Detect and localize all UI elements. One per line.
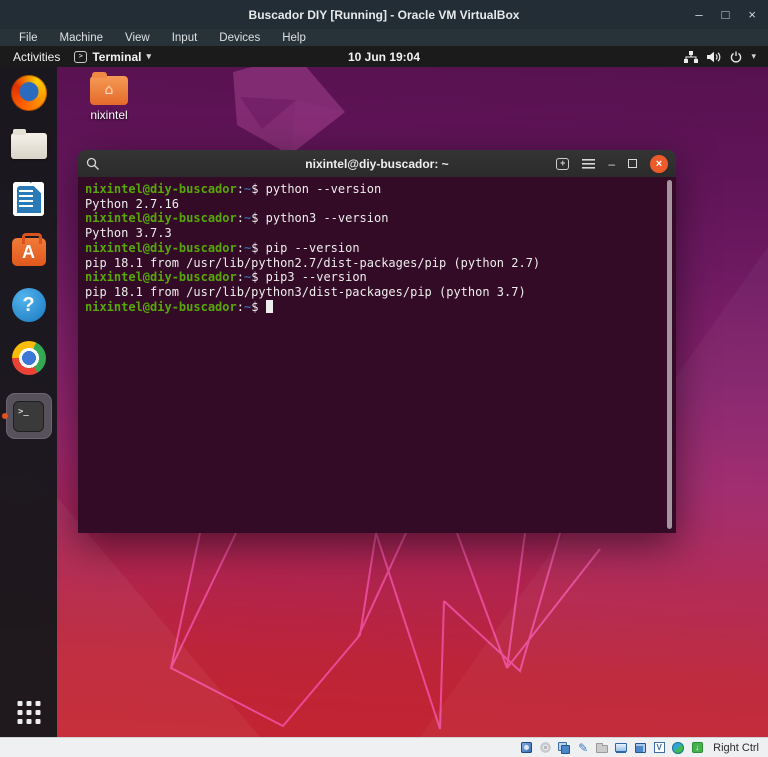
help-icon: ? (11, 288, 46, 322)
clock-button[interactable]: 10 Jun 19:04 (0, 50, 768, 64)
vm-screen: Activities > Terminal ▾ 10 Jun 19:04 ▾ A… (0, 46, 768, 737)
menu-devices[interactable]: Devices (208, 32, 271, 44)
virtualbox-statusbar: ✎ V ↓ Right Ctrl (0, 737, 768, 757)
dock-item-libreoffice-writer[interactable] (6, 181, 52, 217)
desktop-icon-nixintel[interactable]: ⌂ nixintel (82, 72, 136, 122)
maximize-icon[interactable]: □ (722, 7, 730, 22)
host-key-label: Right Ctrl (713, 741, 759, 754)
ubuntu-software-icon: A (11, 233, 46, 266)
desktop: A ? >_ ⌂ nixintel nixintel@diy-buscador:… (0, 67, 768, 737)
new-tab-icon[interactable]: + (556, 157, 570, 170)
terminal-line: nixintel@diy-buscador:~$ python3 --versi… (85, 211, 389, 226)
minimize-icon[interactable]: – (608, 158, 615, 170)
caret-down-icon: ▾ (751, 51, 756, 61)
dock-item-firefox[interactable] (6, 75, 52, 111)
chrome-icon (11, 341, 46, 375)
network-adapters-icon[interactable] (557, 741, 571, 755)
terminal-icon: >_ (13, 400, 44, 432)
terminal-line: nixintel@diy-buscador:~$ (85, 299, 676, 315)
recording-icon[interactable] (633, 741, 647, 755)
terminal-body[interactable]: nixintel@diy-buscador:~$ python --versio… (78, 177, 676, 533)
wired-network-icon (684, 50, 699, 63)
close-icon[interactable]: × (650, 154, 668, 173)
terminal-header[interactable]: nixintel@diy-buscador: ~ + – × (78, 150, 676, 177)
text-cursor (265, 299, 273, 313)
virtualbox-menubar: File Machine View Input Devices Help (0, 29, 768, 46)
menu-view[interactable]: View (114, 32, 161, 44)
minimize-icon[interactable]: – (695, 7, 702, 22)
shared-folders-icon[interactable] (595, 741, 609, 755)
terminal-window: nixintel@diy-buscador: ~ + – × nixintel@… (78, 150, 676, 533)
volume-icon (707, 51, 721, 62)
terminal-dock-frame: >_ (5, 393, 52, 439)
home-folder-icon: ⌂ (90, 72, 128, 105)
usb-devices-icon[interactable]: ✎ (576, 741, 590, 755)
menu-input[interactable]: Input (161, 32, 209, 44)
display-icon[interactable] (614, 741, 628, 755)
dock-item-ubuntu-software[interactable]: A (6, 233, 52, 270)
terminal-header-buttons: + – × (556, 154, 668, 173)
terminal-line: nixintel@diy-buscador:~$ pip --version (85, 240, 360, 255)
keyboard-capture-icon[interactable]: ↓ (690, 741, 704, 755)
dock-item-chrome[interactable] (6, 340, 52, 376)
files-folder-icon (10, 129, 47, 159)
dock-item-files[interactable] (6, 128, 52, 164)
menu-file[interactable]: File (8, 32, 49, 44)
hard-disks-icon[interactable] (519, 741, 533, 755)
terminal-line: pip 18.1 from /usr/lib/python2.7/dist-pa… (85, 255, 541, 270)
dock: A ? >_ (0, 67, 57, 737)
power-icon (731, 51, 742, 63)
terminal-line: Python 2.7.16 (85, 196, 179, 211)
terminal-line: nixintel@diy-buscador:~$ python --versio… (85, 182, 382, 196)
show-applications-button[interactable] (17, 701, 40, 724)
features-icon[interactable]: V (652, 741, 666, 755)
maximize-icon[interactable] (628, 159, 637, 168)
ubuntu-topbar: Activities > Terminal ▾ 10 Jun 19:04 ▾ (0, 46, 768, 67)
terminal-line: nixintel@diy-buscador:~$ pip3 --version (85, 270, 367, 285)
firefox-icon (10, 75, 47, 111)
dock-item-help[interactable]: ? (6, 287, 52, 323)
mouse-integration-icon[interactable] (671, 741, 685, 755)
running-indicator-dot (1, 413, 8, 419)
system-tray[interactable]: ▾ (684, 46, 756, 67)
menu-machine[interactable]: Machine (49, 32, 114, 44)
virtualbox-titlebar: Buscador DIY [Running] - Oracle VM Virtu… (0, 0, 768, 29)
hamburger-menu-icon[interactable] (582, 158, 596, 169)
desktop-icon-label: nixintel (90, 108, 128, 122)
terminal-scrollbar[interactable] (667, 180, 672, 529)
window-title: Buscador DIY [Running] - Oracle VM Virtu… (248, 7, 520, 22)
terminal-line: pip 18.1 from /usr/lib/python3/dist-pack… (85, 284, 526, 299)
terminal-line: Python 3.7.3 (85, 226, 172, 241)
dock-item-terminal[interactable]: >_ (1, 393, 52, 439)
optical-drives-icon[interactable] (538, 741, 552, 755)
close-icon[interactable]: × (748, 7, 756, 22)
menu-help[interactable]: Help (271, 32, 317, 44)
libreoffice-writer-icon (13, 182, 44, 216)
window-controls: – □ × (695, 0, 756, 29)
